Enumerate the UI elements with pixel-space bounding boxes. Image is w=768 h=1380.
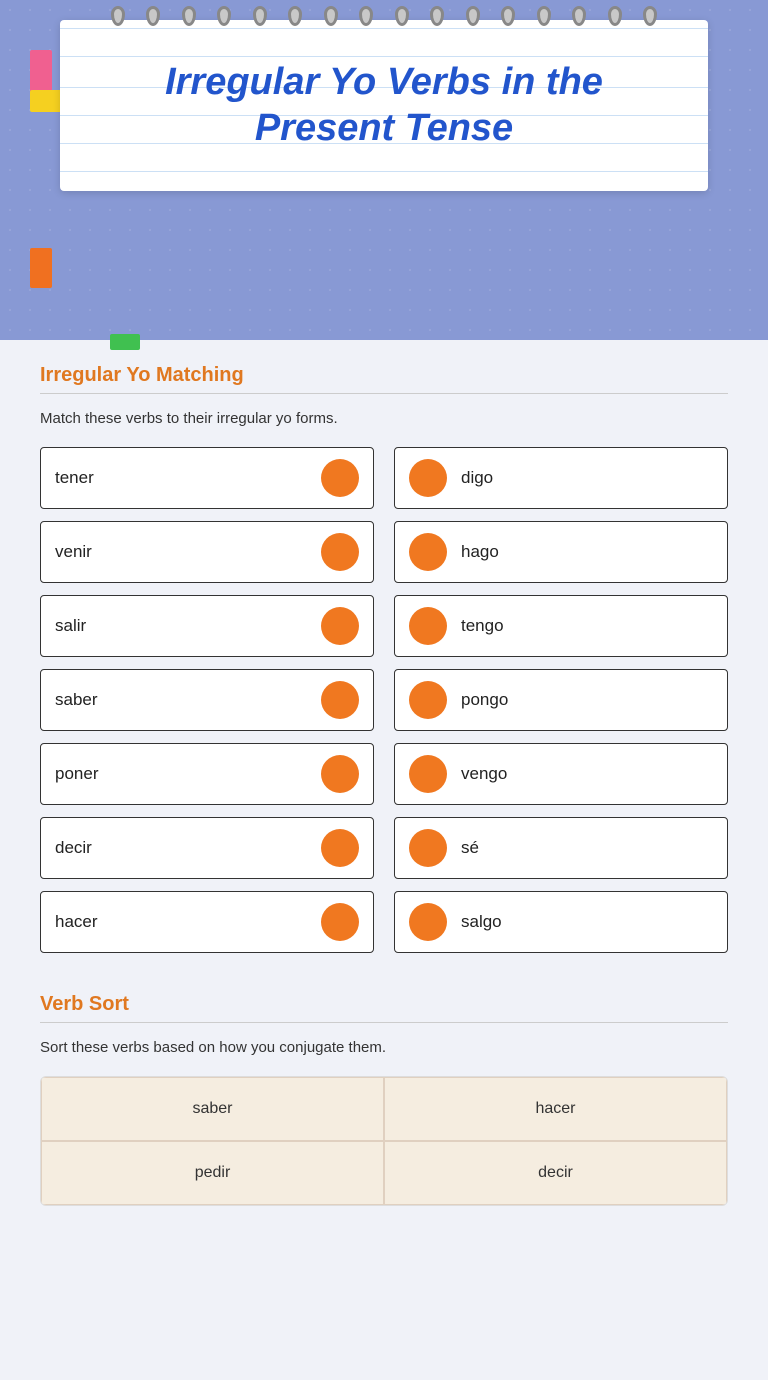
match-verb-right-1: hago xyxy=(461,542,499,562)
match-box-left-1[interactable]: venir xyxy=(40,521,374,583)
match-box-left-2[interactable]: salir xyxy=(40,595,374,657)
match-circle-left-3[interactable] xyxy=(321,681,359,719)
match-verb-right-3: pongo xyxy=(461,690,508,710)
match-circle-right-5[interactable] xyxy=(409,829,447,867)
match-circle-right-4[interactable] xyxy=(409,755,447,793)
page-title: Irregular Yo Verbs in the Present Tense xyxy=(100,50,668,151)
match-circle-left-1[interactable] xyxy=(321,533,359,571)
matching-section-title: Irregular Yo Matching xyxy=(40,364,728,387)
notebook: Irregular Yo Verbs in the Present Tense xyxy=(60,20,708,191)
ring xyxy=(111,6,125,26)
verb-sort-title: Verb Sort xyxy=(40,993,728,1016)
ring xyxy=(430,6,444,26)
header-section: Irregular Yo Verbs in the Present Tense xyxy=(0,0,768,340)
ring xyxy=(359,6,373,26)
notebook-rings xyxy=(100,6,668,26)
ring xyxy=(253,6,267,26)
match-circle-right-0[interactable] xyxy=(409,459,447,497)
verb-sort-instruction: Sort these verbs based on how you conjug… xyxy=(40,1039,728,1056)
match-verb-left-0: tener xyxy=(55,468,94,488)
section-divider xyxy=(40,393,728,394)
verb-sort-divider xyxy=(40,1022,728,1023)
sort-cell-1[interactable]: hacer xyxy=(384,1077,727,1141)
match-box-right-4[interactable]: vengo xyxy=(394,743,728,805)
verb-sort-section: Verb Sort Sort these verbs based on how … xyxy=(40,993,728,1206)
match-box-right-2[interactable]: tengo xyxy=(394,595,728,657)
match-box-left-3[interactable]: saber xyxy=(40,669,374,731)
matching-instruction: Match these verbs to their irregular yo … xyxy=(40,410,728,427)
sort-cell-2[interactable]: pedir xyxy=(41,1141,384,1205)
ring xyxy=(501,6,515,26)
match-box-right-6[interactable]: salgo xyxy=(394,891,728,953)
sort-row-1: saber hacer xyxy=(41,1077,727,1141)
matching-row: venir hago xyxy=(40,521,728,583)
matching-grid: tener digo venir hago xyxy=(40,447,728,953)
match-verb-right-0: digo xyxy=(461,468,493,488)
ring xyxy=(395,6,409,26)
main-content: Irregular Yo Matching Match these verbs … xyxy=(0,340,768,1380)
ring xyxy=(537,6,551,26)
match-circle-left-0[interactable] xyxy=(321,459,359,497)
sticky-note-green xyxy=(110,334,140,350)
match-circle-left-6[interactable] xyxy=(321,903,359,941)
matching-row: salir tengo xyxy=(40,595,728,657)
match-box-right-5[interactable]: sé xyxy=(394,817,728,879)
matching-row: decir sé xyxy=(40,817,728,879)
ring xyxy=(146,6,160,26)
match-verb-right-2: tengo xyxy=(461,616,504,636)
match-verb-right-5: sé xyxy=(461,838,479,858)
matching-row: hacer salgo xyxy=(40,891,728,953)
match-circle-right-2[interactable] xyxy=(409,607,447,645)
match-box-left-5[interactable]: decir xyxy=(40,817,374,879)
ring xyxy=(182,6,196,26)
matching-row: saber pongo xyxy=(40,669,728,731)
match-circle-left-2[interactable] xyxy=(321,607,359,645)
match-verb-left-2: salir xyxy=(55,616,86,636)
sort-row-2: pedir decir xyxy=(41,1141,727,1205)
match-verb-right-6: salgo xyxy=(461,912,502,932)
matching-row: poner vengo xyxy=(40,743,728,805)
match-verb-left-1: venir xyxy=(55,542,92,562)
match-verb-left-5: decir xyxy=(55,838,92,858)
match-circle-left-4[interactable] xyxy=(321,755,359,793)
ring xyxy=(608,6,622,26)
ring xyxy=(288,6,302,26)
sort-cell-3[interactable]: decir xyxy=(384,1141,727,1205)
ring xyxy=(643,6,657,26)
match-box-right-3[interactable]: pongo xyxy=(394,669,728,731)
match-verb-left-4: poner xyxy=(55,764,98,784)
sort-grid: saber hacer pedir decir xyxy=(40,1076,728,1206)
matching-row: tener digo xyxy=(40,447,728,509)
matching-section: Irregular Yo Matching Match these verbs … xyxy=(40,364,728,953)
match-verb-left-6: hacer xyxy=(55,912,98,932)
ring xyxy=(324,6,338,26)
match-verb-right-4: vengo xyxy=(461,764,507,784)
sort-cell-0[interactable]: saber xyxy=(41,1077,384,1141)
match-circle-left-5[interactable] xyxy=(321,829,359,867)
match-box-right-0[interactable]: digo xyxy=(394,447,728,509)
match-box-left-4[interactable]: poner xyxy=(40,743,374,805)
match-circle-right-6[interactable] xyxy=(409,903,447,941)
match-box-right-1[interactable]: hago xyxy=(394,521,728,583)
ring xyxy=(217,6,231,26)
sticky-note-orange xyxy=(30,248,52,288)
match-verb-left-3: saber xyxy=(55,690,98,710)
match-box-left-6[interactable]: hacer xyxy=(40,891,374,953)
match-circle-right-1[interactable] xyxy=(409,533,447,571)
match-circle-right-3[interactable] xyxy=(409,681,447,719)
ring xyxy=(466,6,480,26)
ring xyxy=(572,6,586,26)
match-box-left-0[interactable]: tener xyxy=(40,447,374,509)
